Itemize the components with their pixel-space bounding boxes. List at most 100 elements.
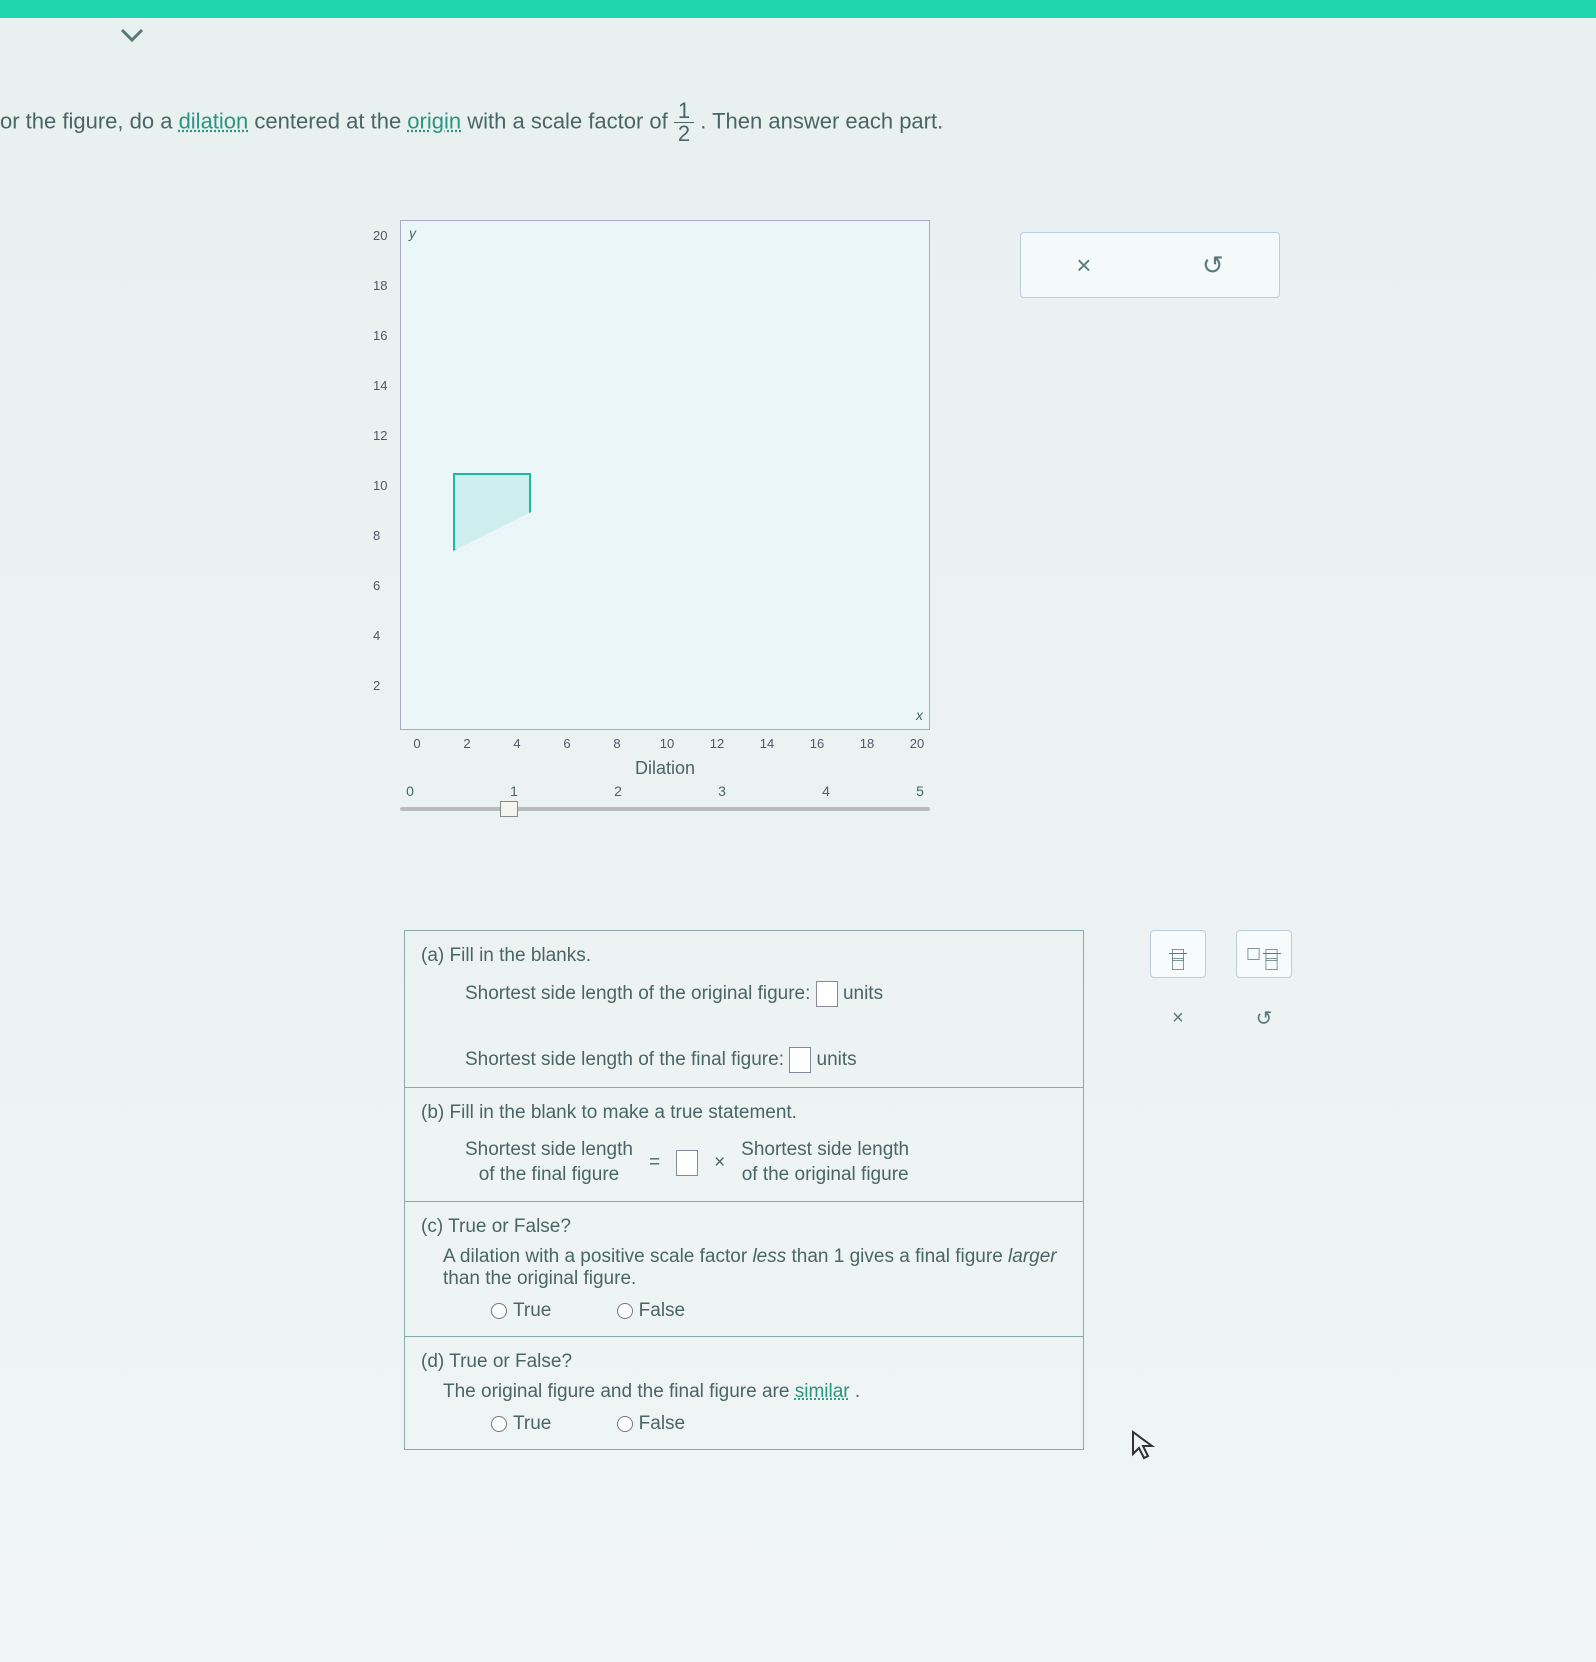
qd-s1: The original figure and the final figure… — [443, 1381, 795, 1402]
slider-title: Dilation — [400, 758, 930, 779]
graph-toolbar: × ↺ — [1020, 232, 1280, 298]
qa-line2: Shortest side length of the final figure… — [421, 1047, 1067, 1073]
qb-blank[interactable] — [676, 1150, 698, 1176]
qb-left: Shortest side length of the final figure — [465, 1138, 633, 1187]
close-icon[interactable]: × — [1076, 250, 1091, 281]
ytick: 10 — [373, 478, 387, 493]
chevron-down-icon[interactable] — [120, 28, 144, 49]
xtick: 4 — [513, 736, 520, 751]
qb-left-top: Shortest side length — [465, 1138, 633, 1163]
close-glyph: × — [1172, 1007, 1184, 1030]
qd-options: True False — [421, 1413, 1067, 1435]
tool-row-2: × ↺ — [1150, 994, 1360, 1042]
qc-true-label: True — [513, 1300, 551, 1321]
slider-tick: 4 — [822, 783, 830, 799]
qd-false-radio[interactable] — [617, 1416, 633, 1432]
reset-icon[interactable]: ↺ — [1202, 250, 1224, 281]
qc-true-radio[interactable] — [491, 1303, 507, 1319]
qa-line1: Shortest side length of the original fig… — [421, 981, 1067, 1007]
qa-line1-post: units — [843, 983, 883, 1004]
qb-right-bot: of the original figure — [741, 1163, 909, 1188]
ytick: 12 — [373, 428, 387, 443]
close-icon[interactable]: × — [1150, 994, 1206, 1042]
qd-label: (d) — [421, 1351, 444, 1372]
xtick: 0 — [413, 736, 420, 751]
slider-tick: 5 — [916, 783, 924, 799]
xtick: 18 — [860, 736, 874, 751]
qd-true-option[interactable]: True — [491, 1413, 551, 1434]
xtick: 6 — [563, 736, 570, 751]
mixed-number-tool-icon[interactable]: □□□ — [1236, 930, 1292, 978]
qb-right: Shortest side length of the original fig… — [741, 1138, 909, 1187]
instr-prefix: or the figure, do a — [0, 108, 179, 133]
instr-mid: centered at the — [254, 108, 407, 133]
qa-label: (a) — [421, 945, 444, 966]
instr-suffix2: . Then answer each part. — [700, 108, 943, 133]
qd-statement: The original figure and the final figure… — [421, 1381, 1067, 1403]
qa-blank1[interactable] — [816, 981, 838, 1007]
tool-row-1: □□ □□□ — [1150, 930, 1360, 978]
question-c: (c) True or False? A dilation with a pos… — [405, 1202, 1083, 1337]
qb-prompt: Fill in the blank to make a true stateme… — [450, 1102, 797, 1123]
slider-tick: 0 — [406, 783, 414, 799]
slider-thumb[interactable] — [500, 801, 518, 817]
coordinate-grid[interactable]: y x 20 18 16 14 12 10 8 6 4 2 0 2 4 6 8 … — [400, 220, 930, 730]
qc-false-label: False — [639, 1300, 685, 1321]
question-b: (b) Fill in the blank to make a true sta… — [405, 1088, 1083, 1202]
qd-prompt: True or False? — [449, 1351, 572, 1372]
question-a: (a) Fill in the blanks. Shortest side le… — [405, 931, 1083, 1088]
qc-s3: than the original figure. — [443, 1268, 636, 1289]
xtick: 16 — [810, 736, 824, 751]
qc-em1: less — [752, 1246, 786, 1267]
slider-tick: 1 — [510, 783, 518, 799]
slider-track[interactable] — [400, 807, 930, 811]
fraction-denominator: 2 — [674, 123, 694, 145]
qd-link[interactable]: similar — [795, 1381, 850, 1402]
qa-prompt: Fill in the blanks. — [450, 945, 592, 966]
qa-line1-pre: Shortest side length of the original fig… — [465, 983, 810, 1004]
qd-true-label: True — [513, 1413, 551, 1434]
qc-s2: than 1 gives a final figure — [792, 1246, 1009, 1267]
ytick: 14 — [373, 378, 387, 393]
slider-tick: 3 — [718, 783, 726, 799]
xtick: 2 — [463, 736, 470, 751]
ytick: 2 — [373, 678, 380, 693]
ytick: 4 — [373, 628, 380, 643]
qc-false-option[interactable]: False — [617, 1300, 685, 1321]
qd-true-radio[interactable] — [491, 1416, 507, 1432]
qd-false-label: False — [639, 1413, 685, 1434]
qb-label: (b) — [421, 1102, 444, 1123]
qc-true-option[interactable]: True — [491, 1300, 551, 1321]
qc-false-radio[interactable] — [617, 1303, 633, 1319]
instruction-text: or the figure, do a dilation centered at… — [0, 100, 943, 145]
ytick: 18 — [373, 278, 387, 293]
original-figure[interactable] — [453, 473, 531, 551]
side-toolbar: □□ □□□ × ↺ — [1150, 930, 1360, 1058]
fraction-tool-icon[interactable]: □□ — [1150, 930, 1206, 978]
qa-line2-post: units — [817, 1049, 857, 1070]
origin-link[interactable]: origin — [407, 108, 461, 133]
dilation-slider[interactable]: 0 1 2 3 4 5 — [400, 783, 930, 823]
instr-suffix1: with a scale factor of — [467, 108, 674, 133]
qb-right-top: Shortest side length — [741, 1138, 909, 1163]
qc-s1: A dilation with a positive scale factor — [443, 1246, 752, 1267]
graph-area: y x 20 18 16 14 12 10 8 6 4 2 0 2 4 6 8 … — [400, 220, 930, 823]
dilation-link[interactable]: dilation — [179, 108, 249, 133]
question-panel: (a) Fill in the blanks. Shortest side le… — [404, 930, 1084, 1450]
qa-line2-pre: Shortest side length of the final figure… — [465, 1049, 784, 1070]
qb-left-bot: of the final figure — [465, 1163, 633, 1188]
x-axis-label: x — [916, 707, 923, 723]
qa-blank2[interactable] — [789, 1047, 811, 1073]
ytick: 16 — [373, 328, 387, 343]
qc-options: True False — [421, 1300, 1067, 1322]
xtick: 8 — [613, 736, 620, 751]
reset-icon[interactable]: ↺ — [1236, 994, 1292, 1042]
qd-false-option[interactable]: False — [617, 1413, 685, 1434]
cursor-icon — [1130, 1430, 1156, 1468]
ytick: 8 — [373, 528, 380, 543]
qc-prompt: True or False? — [448, 1216, 571, 1237]
question-d: (d) True or False? The original figure a… — [405, 1337, 1083, 1449]
ytick: 6 — [373, 578, 380, 593]
qd-s2: . — [855, 1381, 860, 1402]
scale-factor-fraction: 1 2 — [674, 100, 694, 145]
